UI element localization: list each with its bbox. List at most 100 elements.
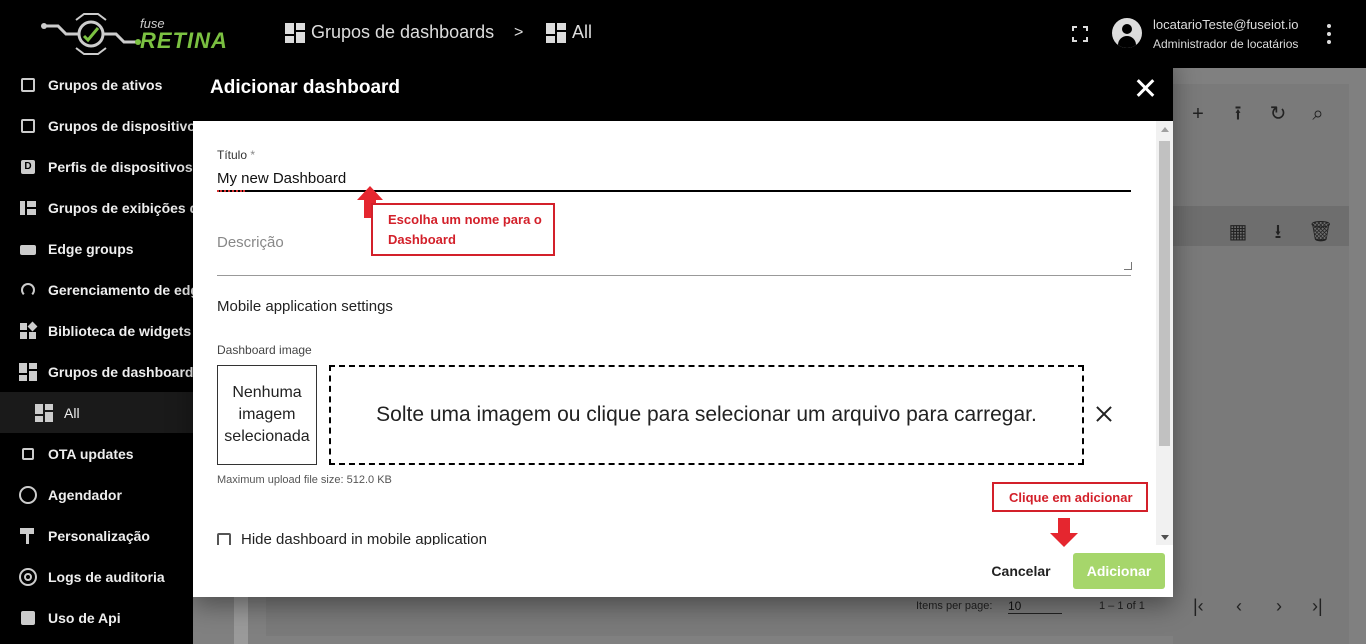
paint-roller-icon — [18, 526, 38, 546]
delete-icon[interactable]: 🗑 — [1308, 222, 1333, 242]
fuse-retina-logo[interactable]: fuse RETINA — [36, 6, 227, 62]
sidebar-item-device-groups[interactable]: Grupos de dispositivos — [0, 105, 193, 146]
sidebar-item-label: Biblioteca de widgets — [48, 322, 192, 339]
scroll-down-arrow-icon[interactable] — [1161, 535, 1169, 540]
avatar[interactable] — [1112, 18, 1142, 48]
add-icon[interactable]: + — [1188, 104, 1208, 124]
add-dashboard-dialog: Adicionar dashboard Título * Mobile appl… — [193, 55, 1173, 597]
sidebar: Grupos de ativos Grupos de dispositivos … — [0, 68, 193, 644]
sidebar-item-all[interactable]: All — [0, 392, 193, 433]
sidebar-item-label: Grupos de ativos — [48, 76, 163, 93]
sidebar-item-customization[interactable]: Personalização — [0, 515, 193, 556]
sidebar-item-label: All — [64, 404, 80, 421]
max-upload-size: Maximum upload file size: 512.0 KB — [217, 474, 392, 486]
prev-page-icon[interactable]: ‹ — [1236, 596, 1242, 617]
dialog-header: Adicionar dashboard — [193, 55, 1173, 121]
logo-emblem-icon — [41, 13, 141, 55]
user-email: locatarioTeste@fuseiot.io — [1153, 17, 1299, 32]
more-vert-icon[interactable] — [1326, 24, 1332, 44]
breadcrumb-separator: > — [514, 24, 524, 41]
sidebar-item-label: Grupos de exibições de entidades — [48, 199, 193, 216]
spellcheck-underline — [217, 189, 245, 192]
device-profile-icon: D — [18, 157, 38, 177]
sidebar-item-scheduler[interactable]: Agendador — [0, 474, 193, 515]
add-button[interactable]: Adicionar — [1073, 553, 1165, 589]
close-icon[interactable] — [1135, 78, 1155, 98]
sidebar-item-ota-updates[interactable]: OTA updates — [0, 433, 193, 474]
hide-dashboard-checkbox[interactable]: Hide dashboard in mobile application — [217, 531, 487, 545]
sidebar-item-edge-management[interactable]: Gerenciamento de edge — [0, 269, 193, 310]
sidebar-item-device-profiles[interactable]: D Perfis de dispositivos — [0, 146, 193, 187]
sidebar-item-label: Edge groups — [48, 240, 134, 257]
checkbox-label: Hide dashboard in mobile application — [241, 531, 487, 545]
download-icon[interactable]: ⭳ — [1268, 222, 1288, 242]
sidebar-item-label: Gerenciamento de edge — [48, 281, 193, 298]
devices-icon — [18, 116, 38, 136]
sidebar-item-label: Personalização — [48, 527, 150, 544]
image-dropzone[interactable]: Solte uma imagem ou clique para selecion… — [329, 365, 1084, 465]
breadcrumb-item-all[interactable]: All — [546, 22, 592, 43]
background-scrollbar[interactable] — [234, 596, 248, 644]
breadcrumb-label: Grupos de dashboards — [311, 22, 495, 42]
checkbox-icon[interactable] — [217, 532, 231, 545]
breadcrumb-label: All — [572, 22, 593, 42]
sidebar-item-label: Logs de auditoria — [48, 568, 165, 585]
dialog-scrollbar[interactable] — [1156, 121, 1173, 545]
clear-image-icon[interactable] — [1095, 405, 1113, 423]
description-field[interactable] — [217, 226, 1131, 276]
breadcrumb-item-groups[interactable]: Grupos de dashboards — [285, 22, 494, 43]
chip-icon — [18, 444, 38, 464]
annotation-name-hint: Escolha um nome para o Dashboard — [371, 203, 555, 256]
logo-big-text: RETINA — [140, 28, 228, 53]
upload-icon[interactable]: ⭱ — [1228, 104, 1248, 124]
cancel-button[interactable]: Cancelar — [977, 553, 1065, 589]
search-icon[interactable]: ⌕ — [1308, 104, 1328, 124]
dialog-actions: Cancelar Adicionar — [193, 545, 1173, 597]
sidebar-item-api-usage[interactable]: Uso de Api — [0, 597, 193, 638]
sidebar-item-audit-logs[interactable]: Logs de auditoria — [0, 556, 193, 597]
items-per-page-select[interactable]: 10 — [1008, 599, 1062, 614]
antenna-icon — [18, 280, 38, 300]
user-role: Administrador de locatários — [1153, 37, 1299, 51]
sidebar-item-label: Agendador — [48, 486, 122, 503]
fullscreen-icon[interactable] — [1072, 26, 1088, 42]
mobile-settings-heading: Mobile application settings — [217, 298, 393, 315]
resize-handle[interactable] — [1124, 262, 1132, 270]
sidebar-item-label: Grupos de dispositivos — [48, 117, 193, 134]
dashboard-image-label: Dashboard image — [217, 343, 312, 357]
edge-icon — [18, 239, 38, 259]
image-preview: Nenhuma imagem selecionada — [217, 365, 317, 465]
dashboard-icon — [34, 403, 54, 423]
background-panel — [1173, 84, 1349, 644]
sidebar-item-label: Perfis de dispositivos — [48, 158, 193, 175]
dashboard-icon — [18, 362, 38, 382]
track-changes-icon — [18, 567, 38, 587]
refresh-icon[interactable]: ↻ — [1268, 104, 1288, 124]
scroll-up-arrow-icon[interactable] — [1161, 127, 1169, 132]
sidebar-item-label: OTA updates — [48, 445, 134, 462]
sidebar-item-dashboard-groups[interactable]: Grupos de dashboards — [0, 351, 193, 392]
scroll-thumb[interactable] — [1159, 141, 1170, 446]
title-input[interactable] — [217, 166, 1131, 192]
annotation-arrow-down-icon — [1050, 518, 1078, 550]
clock-icon — [18, 485, 38, 505]
last-page-icon[interactable]: ›| — [1312, 596, 1323, 617]
first-page-icon[interactable]: |‹ — [1193, 596, 1204, 617]
title-field-label: Título * — [217, 148, 256, 162]
sidebar-item-label: Grupos de dashboards — [48, 363, 193, 380]
dashboard-icon — [546, 22, 566, 43]
page-range: 1 – 1 of 1 — [1099, 600, 1145, 612]
entity-view-icon — [18, 198, 38, 218]
next-page-icon[interactable]: › — [1276, 596, 1282, 617]
required-marker: * — [250, 148, 256, 162]
sidebar-item-edge-groups[interactable]: Edge groups — [0, 228, 193, 269]
dashboard-icon[interactable]: ▦ — [1228, 222, 1248, 242]
sidebar-item-label: Uso de Api — [48, 609, 121, 626]
sidebar-item-entity-views[interactable]: Grupos de exibições de entidades — [0, 187, 193, 228]
chart-icon — [18, 608, 38, 628]
dialog-title: Adicionar dashboard — [210, 77, 401, 98]
building-icon — [18, 75, 38, 95]
widgets-icon — [18, 321, 38, 341]
sidebar-item-asset-groups[interactable]: Grupos de ativos — [0, 64, 193, 105]
sidebar-item-widgets-library[interactable]: Biblioteca de widgets — [0, 310, 193, 351]
